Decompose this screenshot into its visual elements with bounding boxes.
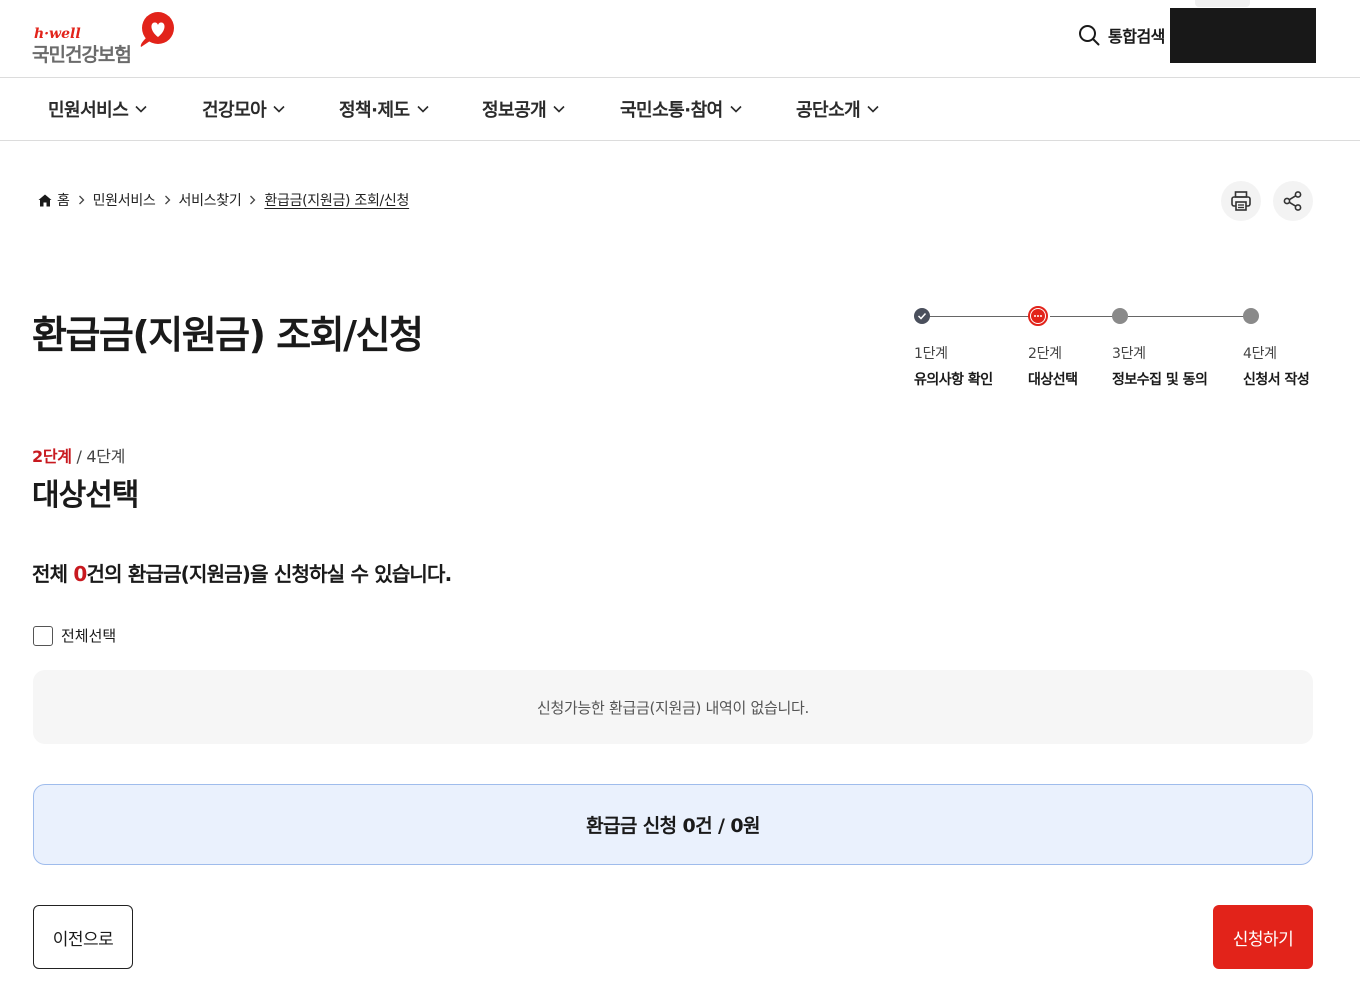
step-connector	[922, 316, 1030, 317]
gnb-item-about[interactable]: 공단소개	[796, 96, 879, 122]
step-2-number: 2단계	[1028, 346, 1062, 362]
redacted-area	[1170, 8, 1316, 63]
gnb-item-label: 민원서비스	[48, 100, 129, 121]
logo-heart-icon	[140, 12, 174, 47]
chevron-down-icon	[730, 105, 742, 113]
gnb-item-disclosure[interactable]: 정보공개	[482, 96, 565, 122]
chevron-down-icon	[135, 105, 147, 113]
step-3-name: 정보수집 및 동의	[1112, 372, 1208, 388]
gnb-item-participation[interactable]: 국민소통·참여	[620, 96, 742, 122]
gnb-item-label: 공단소개	[796, 100, 861, 121]
prev-button[interactable]: 이전으로	[33, 905, 133, 969]
home-icon	[38, 194, 52, 207]
breadcrumb-current[interactable]: 환급금(지원금) 조회/신청	[264, 190, 409, 210]
main-navigation: 민원서비스 건강모아 정책·제도 정보공개 국민소통·참여 공단소개	[0, 78, 1360, 141]
gnb-item-label: 정책·제도	[339, 100, 410, 121]
chevron-right-icon	[78, 195, 85, 205]
page-title: 환급금(지원금) 조회/신청	[32, 313, 424, 357]
gnb-item-label: 정보공개	[482, 100, 547, 121]
share-button[interactable]	[1273, 181, 1313, 221]
breadcrumb-home[interactable]: 홈	[57, 190, 70, 210]
summary-prefix: 전체	[32, 562, 74, 586]
step-3-number: 3단계	[1112, 346, 1146, 362]
search-icon	[1079, 25, 1100, 46]
refund-summary: 전체 0건의 환급금(지원금)을 신청하실 수 있습니다.	[32, 558, 453, 587]
chevron-right-icon	[249, 195, 256, 205]
progress-stepper: 1단계 유의사항 확인 2단계 대상선택 3단계 정보수집 및 동의 4단계 신…	[906, 300, 1326, 400]
integrated-search[interactable]: 통합검색	[1078, 22, 1165, 48]
logo-brand-ko: 국민건강보험	[32, 44, 132, 66]
step-2-name: 대상선택	[1028, 372, 1078, 388]
step-indicator-current: 2단계	[32, 447, 72, 466]
gnb-item-label: 건강모아	[202, 100, 267, 121]
summary-count: 0	[73, 562, 87, 586]
search-label: 통합검색	[1108, 27, 1165, 46]
share-icon	[1283, 191, 1302, 211]
gnb-item-label: 국민소통·참여	[620, 100, 723, 121]
empty-message-text: 신청가능한 환급금(지원금) 내역이 없습니다.	[537, 698, 809, 717]
step-1-number: 1단계	[914, 346, 948, 362]
chevron-down-icon	[417, 105, 429, 113]
print-button[interactable]	[1221, 181, 1261, 221]
step-1-name: 유의사항 확인	[914, 372, 993, 388]
top-utility-strip	[1195, 0, 1250, 7]
summary-suffix: 건의 환급금(지원금)을 신청하실 수 있습니다.	[86, 562, 453, 586]
refund-total-text: 환급금 신청 0건 / 0원	[586, 815, 760, 837]
gnb-item-health[interactable]: 건강모아	[202, 96, 285, 122]
refund-total-box: 환급금 신청 0건 / 0원	[33, 784, 1313, 865]
step-connector	[1050, 316, 1116, 317]
site-logo[interactable]: h·well 국민건강보험	[32, 12, 182, 66]
step-indicator-total: / 4단계	[71, 447, 126, 466]
print-icon	[1231, 191, 1251, 211]
step-4-dot	[1243, 308, 1259, 324]
chevron-down-icon	[867, 105, 879, 113]
select-all-checkbox[interactable]: 전체선택	[33, 625, 116, 646]
breadcrumb-service-find[interactable]: 서비스찾기	[179, 190, 242, 210]
step-connector	[1128, 316, 1251, 317]
gnb-item-policy[interactable]: 정책·제도	[339, 96, 429, 122]
breadcrumb-civil-service[interactable]: 민원서비스	[93, 190, 156, 210]
breadcrumb: 홈 민원서비스 서비스찾기 환급금(지원금) 조회/신청	[38, 190, 409, 210]
site-header: h·well 국민건강보험 통합검색	[0, 0, 1360, 78]
apply-button[interactable]: 신청하기	[1213, 905, 1313, 969]
step-indicator: 2단계 / 4단계	[32, 443, 125, 467]
chevron-down-icon	[553, 105, 565, 113]
step-1-check-icon	[914, 308, 930, 324]
gnb-item-civil-service[interactable]: 민원서비스	[48, 96, 147, 122]
checkbox-box[interactable]	[33, 625, 53, 646]
select-all-label: 전체선택	[61, 627, 117, 645]
step-4-number: 4단계	[1243, 346, 1277, 362]
section-title: 대상선택	[32, 478, 139, 513]
empty-list-message: 신청가능한 환급금(지원금) 내역이 없습니다.	[33, 670, 1313, 744]
step-3-dot	[1112, 308, 1128, 324]
step-4-name: 신청서 작성	[1243, 372, 1310, 388]
chevron-right-icon	[164, 195, 171, 205]
chevron-down-icon	[273, 105, 285, 113]
step-2-current-icon	[1028, 306, 1048, 326]
